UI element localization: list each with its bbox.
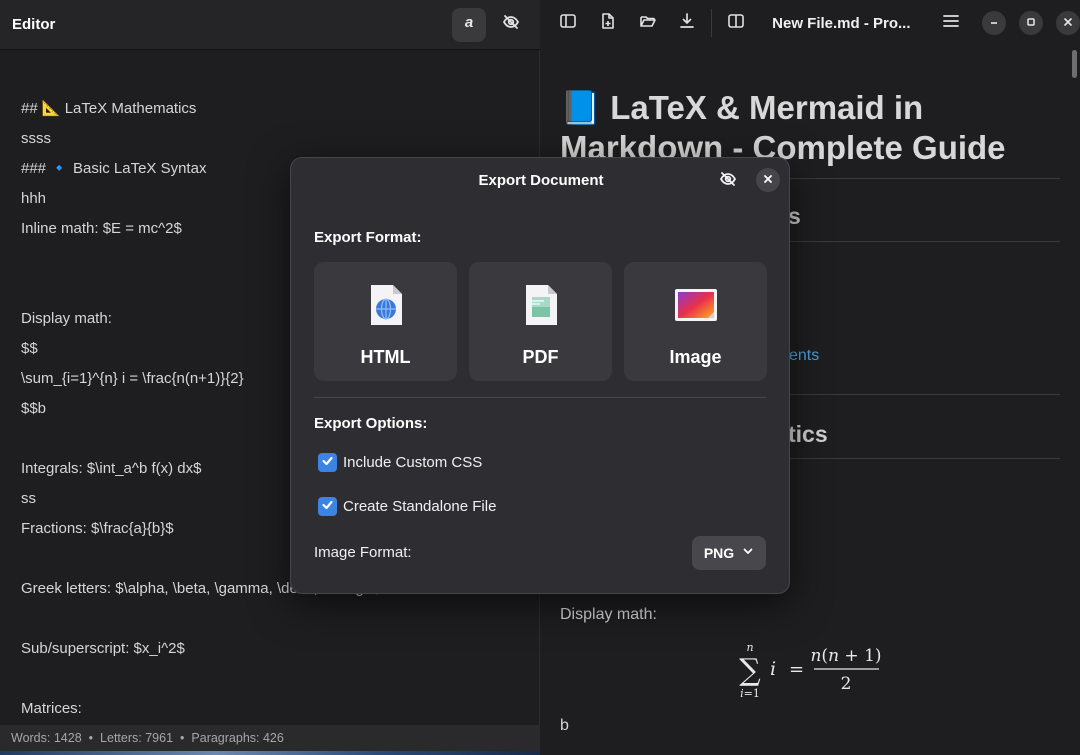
export-dialog: Export Document Export Format: HTML PDF … [290, 157, 790, 594]
editor-line[interactable]: Sub/superscript: $x_i^2$ [21, 634, 531, 664]
eye-off-icon [719, 170, 737, 193]
export-options-label: Export Options: [314, 415, 428, 432]
split-view-icon [727, 12, 745, 35]
eye-off-icon [502, 13, 520, 36]
maximize-button[interactable] [1019, 11, 1044, 35]
hide-preview-button[interactable] [494, 8, 528, 42]
text-format-button[interactable]: a [452, 7, 486, 42]
status-bar: Words: 1428 • Letters: 7961 • Paragraphs… [0, 725, 540, 751]
editor-line[interactable] [21, 664, 531, 694]
new-file-icon [599, 12, 617, 35]
toolbar-divider [711, 9, 713, 37]
pdf-file-icon [523, 283, 559, 327]
window-title: New File.md - Pro... [772, 14, 911, 32]
svg-text:∑: ∑ [739, 653, 761, 688]
include-css-option[interactable]: Include Custom CSS [318, 453, 482, 472]
minimize-icon [989, 14, 999, 32]
close-icon [1063, 14, 1073, 32]
checkmark-icon [321, 498, 334, 516]
display-math-label: Display math: [560, 606, 657, 623]
export-format-label: Export Format: [314, 229, 422, 246]
download-icon [678, 12, 696, 35]
format-option-pdf[interactable]: PDF [469, 262, 612, 381]
svg-text:i: i [770, 658, 776, 680]
image-format-dropdown[interactable]: PNG [692, 536, 766, 570]
main-menu-button[interactable] [933, 5, 969, 41]
word-count: Words: 1428 [11, 731, 82, 745]
image-file-icon [674, 283, 718, 327]
editor-line[interactable]: Matrices: [21, 694, 531, 724]
checkmark-icon [321, 454, 334, 472]
download-button[interactable] [667, 3, 707, 43]
section-heading-fragment: tics [788, 421, 828, 447]
open-folder-button[interactable] [628, 3, 668, 43]
format-option-image[interactable]: Image [624, 262, 767, 381]
editor-line[interactable]: ## 📐 LaTeX Mathematics [21, 94, 531, 124]
format-label: PDF [522, 347, 559, 367]
svg-text:i=1: i=1 [740, 687, 760, 700]
dialog-divider [314, 397, 766, 398]
editor-title: Editor [12, 16, 56, 33]
split-view-button[interactable] [716, 3, 756, 43]
image-format-label: Image Format: [314, 544, 412, 561]
paragraph-text: b [560, 717, 569, 734]
format-option-html[interactable]: HTML [314, 262, 457, 381]
rendered-math-equation: n ∑ i=1 i = n(n + 1) 2 [736, 641, 886, 703]
svg-text:a: a [465, 14, 473, 30]
maximize-icon [1026, 14, 1036, 32]
hamburger-icon [942, 12, 960, 35]
standalone-file-option[interactable]: Create Standalone File [318, 497, 496, 516]
heading-line: 📘 LaTeX & Mermaid in [560, 89, 924, 126]
chevron-down-icon [742, 544, 754, 562]
desktop-background [0, 751, 540, 755]
dialog-close-button[interactable] [756, 168, 780, 192]
close-window-button[interactable] [1056, 11, 1080, 35]
html-file-icon [368, 283, 404, 327]
image-format-value: PNG [703, 545, 735, 561]
svg-text:=: = [789, 659, 804, 680]
standalone-file-checkbox[interactable] [318, 497, 337, 516]
editor-header: Editor a [0, 0, 540, 50]
folder-open-icon [639, 12, 657, 35]
preview-document: 📘 LaTeX & Mermaid in Markdown - Complete… [560, 88, 1060, 168]
dialog-hide-button[interactable] [715, 168, 741, 194]
app-window: Editor a ## 📐 LaTeX Mathematics ssss ### 🔹… [0, 0, 1080, 755]
letter-count: Letters: 7961 [100, 731, 174, 745]
text-format-icon: a [461, 14, 477, 35]
new-file-button[interactable] [588, 3, 628, 43]
status-separator: • [88, 731, 94, 745]
svg-text:2: 2 [841, 674, 852, 694]
minimize-button[interactable] [982, 11, 1007, 35]
preview-scrollbar[interactable] [1072, 50, 1077, 78]
format-label: Image [669, 347, 722, 367]
close-icon [763, 171, 773, 189]
sidebar-icon [559, 12, 577, 35]
include-css-checkbox[interactable] [318, 453, 337, 472]
toc-link-fragment[interactable]: ents [789, 347, 819, 365]
document-heading: 📘 LaTeX & Mermaid in Markdown - Complete… [560, 88, 1060, 168]
header-toolbar: New File.md - Pro... [540, 0, 1080, 46]
toggle-sidebar-button[interactable] [548, 3, 588, 43]
editor-line[interactable]: ssss [21, 124, 531, 154]
editor-line[interactable] [21, 604, 531, 634]
svg-text:n(n + 1): n(n + 1) [810, 646, 881, 666]
paragraph-count: Paragraphs: 426 [191, 731, 284, 745]
status-separator: • [180, 731, 185, 745]
standalone-file-label: Create Standalone File [343, 498, 497, 515]
format-label: HTML [360, 347, 411, 367]
include-css-label: Include Custom CSS [343, 454, 483, 471]
